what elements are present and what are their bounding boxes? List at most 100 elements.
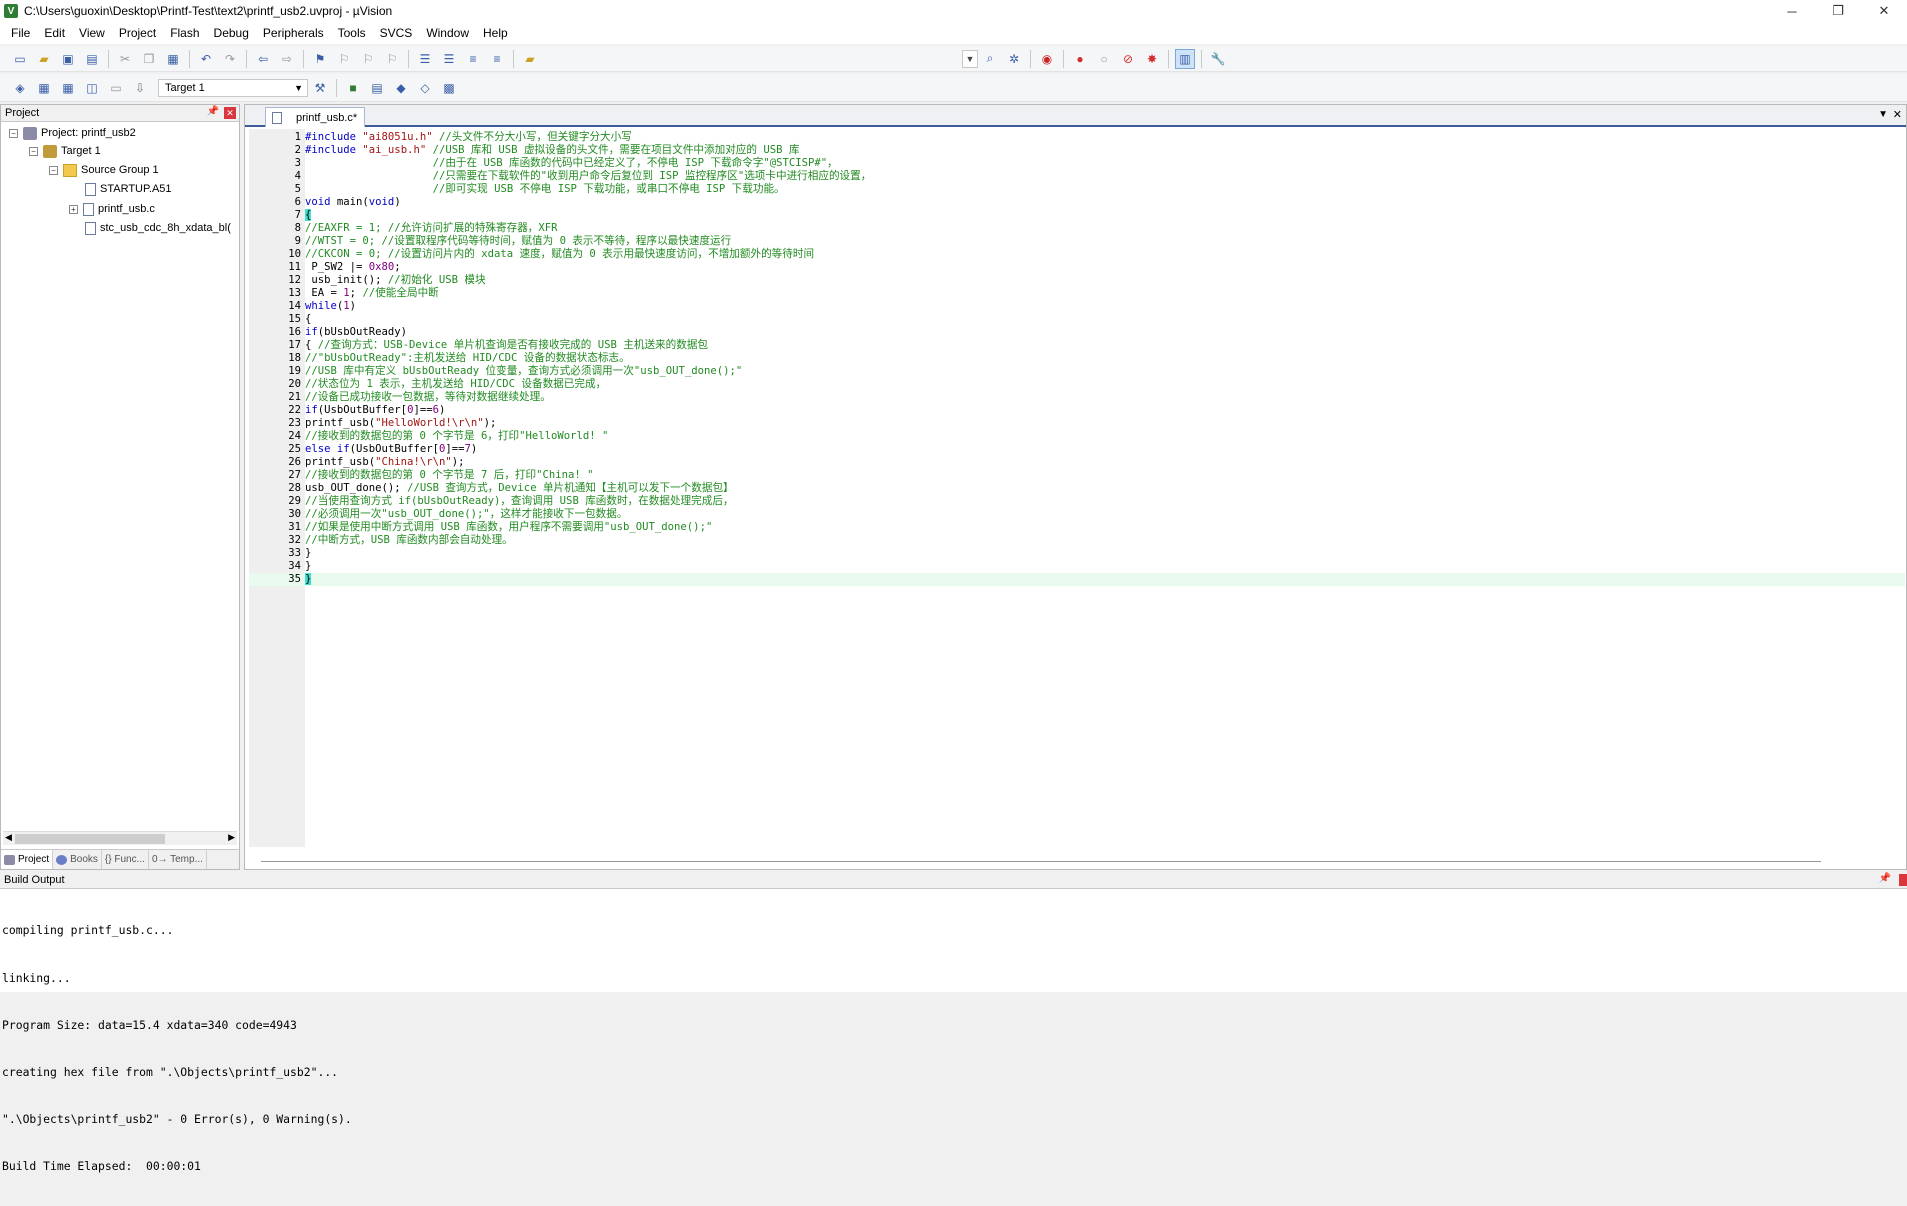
code-line[interactable]: 7{ xyxy=(249,209,1905,222)
code-line[interactable]: 5 //即可实现 USB 不停电 ISP 下载功能，或串口不停电 ISP 下载功… xyxy=(249,183,1905,196)
navigate-forward-icon[interactable]: ⇨ xyxy=(277,49,297,69)
scrollbar-thumb[interactable] xyxy=(15,834,165,844)
code-line[interactable]: 27 //接收到的数据包的第 0 个字节是 7 后，打印"China! " xyxy=(249,469,1905,482)
close-button[interactable]: ✕ xyxy=(1861,0,1907,22)
tab-functions[interactable]: {} Func... xyxy=(102,850,149,869)
enable-breakpoint-icon[interactable]: ○ xyxy=(1094,49,1114,69)
code-line[interactable]: 17 { //查询方式：USB-Device 单片机查询是否有接收完成的 USB … xyxy=(249,339,1905,352)
configure-icon[interactable]: 🔧 xyxy=(1208,49,1228,69)
find-icon[interactable]: ⌕ xyxy=(980,49,1000,69)
menu-help[interactable]: Help xyxy=(476,22,515,44)
next-bookmark-icon[interactable]: ⚐ xyxy=(358,49,378,69)
kill-breakpoints-icon[interactable]: ✸ xyxy=(1142,49,1162,69)
menu-project[interactable]: Project xyxy=(112,22,163,44)
code-line[interactable]: 33} xyxy=(249,547,1905,560)
editor-scrollbar[interactable] xyxy=(261,861,1821,865)
code-line[interactable]: 26 printf_usb("China!\r\n"); xyxy=(249,456,1905,469)
menu-view[interactable]: View xyxy=(72,22,112,44)
code-line[interactable]: 21 //设备已成功接收一包数据，等待对数据继续处理。 xyxy=(249,391,1905,404)
code-line[interactable]: 8 //EAXFR = 1; //允许访问扩展的特殊寄存器，XFR xyxy=(249,222,1905,235)
bookmark-icon[interactable]: ⚑ xyxy=(310,49,330,69)
code-line[interactable]: 19 //USB 库中有定义 bUsbOutReady 位变量，查询方式必须调用一… xyxy=(249,365,1905,378)
tab-list-icon[interactable]: ▼ xyxy=(1878,109,1888,120)
pin-icon[interactable]: 📌 xyxy=(207,106,219,117)
code-line[interactable]: 22 if(UsbOutBuffer[0]==6) xyxy=(249,404,1905,417)
tree-item-file[interactable]: stc_usb_cdc_8h_xdata_bl( xyxy=(85,219,231,237)
code-line[interactable]: 28 usb_OUT_done(); //USB 查询方式，Device 单片机通… xyxy=(249,482,1905,495)
target-select[interactable]: Target 1 ▼ xyxy=(158,78,308,97)
undo-icon[interactable]: ↶ xyxy=(196,49,216,69)
clear-bookmarks-icon[interactable]: ⚐ xyxy=(382,49,402,69)
cut-icon[interactable]: ✂ xyxy=(115,49,135,69)
navigate-back-icon[interactable]: ⇦ xyxy=(253,49,273,69)
unindent-icon[interactable]: ☰ xyxy=(439,49,459,69)
code-line[interactable]: 6 void main(void) xyxy=(249,196,1905,209)
menu-file[interactable]: File xyxy=(4,22,37,44)
prev-bookmark-icon[interactable]: ⚐ xyxy=(334,49,354,69)
insert-breakpoint-icon[interactable]: ● xyxy=(1070,49,1090,69)
code-line[interactable]: 20 //状态位为 1 表示，主机发送给 HID/CDC 设备数据已完成， xyxy=(249,378,1905,391)
code-line[interactable]: 12 usb_init(); //初始化 USB 模块 xyxy=(249,274,1905,287)
code-line[interactable]: 4 //只需要在下载软件的"收到用户命令后复位到 ISP 监控程序区"选项卡中进… xyxy=(249,170,1905,183)
code-line[interactable]: 30 //必须调用一次"usb_OUT_done();"，这样才能接收下一包数据。 xyxy=(249,508,1905,521)
tab-printf-usb-c[interactable]: printf_usb.c* xyxy=(265,107,365,127)
code-line[interactable]: 23 printf_usb("HelloWorld!\r\n"); xyxy=(249,417,1905,430)
pack-installer-icon[interactable]: ◇ xyxy=(415,78,435,98)
tree-item-file[interactable]: + printf_usb.c xyxy=(69,200,155,218)
find-in-files-icon[interactable]: ▰ xyxy=(520,49,540,69)
tree-item-project[interactable]: − Project: printf_usb2 xyxy=(9,124,136,142)
scroll-right-icon[interactable]: ▶ xyxy=(228,832,235,843)
code-line[interactable]: 16 if(bUsbOutReady) xyxy=(249,326,1905,339)
collapse-icon[interactable]: − xyxy=(49,165,58,175)
code-line[interactable]: 9 //WTST = 0; //设置取程序代码等待时间，赋值为 0 表示不等待，程… xyxy=(249,235,1905,248)
code-line[interactable]: 1 #include "ai8051u.h" //头文件不分大小写，但关键字分大小… xyxy=(249,131,1905,144)
code-line[interactable]: 11 P_SW2 |= 0x80; xyxy=(249,261,1905,274)
tree-item-file[interactable]: STARTUP.A51 xyxy=(85,180,172,198)
build-output-text[interactable]: compiling printf_usb.c... linking... Pro… xyxy=(2,892,352,1206)
code-line[interactable]: 15 { xyxy=(249,313,1905,326)
code-lines[interactable]: 1 #include "ai8051u.h" //头文件不分大小写，但关键字分大小… xyxy=(249,131,1905,586)
code-line[interactable]: 10 //CKCON = 0; //设置访问片内的 xdata 速度，赋值为 0 … xyxy=(249,248,1905,261)
window-layout-icon[interactable]: ▥ xyxy=(1175,48,1195,69)
menu-flash[interactable]: Flash xyxy=(163,22,206,44)
paste-icon[interactable]: ▦ xyxy=(163,49,183,69)
translate-icon[interactable]: ◈ xyxy=(10,78,30,98)
code-area[interactable]: 1 #include "ai8051u.h" //头文件不分大小写，但关键字分大小… xyxy=(249,129,1905,847)
save-icon[interactable]: ▣ xyxy=(58,49,78,69)
copy-icon[interactable]: ❐ xyxy=(139,49,159,69)
maximize-button[interactable]: ❐ xyxy=(1815,0,1861,22)
menu-tools[interactable]: Tools xyxy=(331,22,373,44)
run-time-environment-icon[interactable]: ◆ xyxy=(391,78,411,98)
code-line[interactable]: 35} xyxy=(249,573,1905,586)
menu-svcs[interactable]: SVCS xyxy=(373,22,420,44)
rebuild-icon[interactable]: ▦ xyxy=(58,78,78,98)
tree-item-target[interactable]: − Target 1 xyxy=(29,142,101,160)
tab-templates[interactable]: 0→ Temp... xyxy=(149,850,207,869)
code-line[interactable]: 18 //"bUsbOutReady":主机发送给 HID/CDC 设备的数据状态… xyxy=(249,352,1905,365)
code-line[interactable]: 24 //接收到的数据包的第 0 个字节是 6，打印"HelloWorld! " xyxy=(249,430,1905,443)
code-line[interactable]: 31 //如果是使用中断方式调用 USB 库函数，用户程序不需要调用"usb_OU… xyxy=(249,521,1905,534)
code-line[interactable]: 3 //由于在 USB 库函数的代码中已经定义了，不停电 ISP 下载命令字"@… xyxy=(249,157,1905,170)
save-all-icon[interactable]: ▤ xyxy=(82,49,102,69)
find-combo-arrow[interactable]: ▼ xyxy=(962,49,978,68)
download-icon[interactable]: ⇩ xyxy=(130,78,150,98)
code-line[interactable]: 14 while(1) xyxy=(249,300,1905,313)
target-options-icon[interactable]: ⚒ xyxy=(310,78,330,98)
comment-icon[interactable]: ≡ xyxy=(463,49,483,69)
code-line[interactable]: 25 else if(UsbOutBuffer[0]==7) xyxy=(249,443,1905,456)
close-panel-icon[interactable]: ✕ xyxy=(224,107,236,119)
indent-icon[interactable]: ☰ xyxy=(415,49,435,69)
pin-icon[interactable]: 📌 xyxy=(1879,873,1891,884)
debug-session-icon[interactable]: ◉ xyxy=(1037,49,1057,69)
code-line[interactable]: 13 EA = 1; //使能全局中断 xyxy=(249,287,1905,300)
tree-item-source-group[interactable]: − Source Group 1 xyxy=(49,161,159,179)
collapse-icon[interactable]: − xyxy=(9,128,18,138)
disable-breakpoints-icon[interactable]: ⊘ xyxy=(1118,49,1138,69)
minimize-button[interactable]: ─ xyxy=(1769,0,1815,22)
manage-components-icon[interactable]: ■ xyxy=(343,78,363,98)
new-file-icon[interactable]: ▭ xyxy=(10,49,30,69)
rte-icon[interactable]: ▩ xyxy=(439,78,459,98)
batch-build-icon[interactable]: ◫ xyxy=(82,78,102,98)
code-line[interactable]: 2 #include "ai_usb.h" //USB 库和 USB 虚拟设备的头… xyxy=(249,144,1905,157)
menu-edit[interactable]: Edit xyxy=(37,22,72,44)
